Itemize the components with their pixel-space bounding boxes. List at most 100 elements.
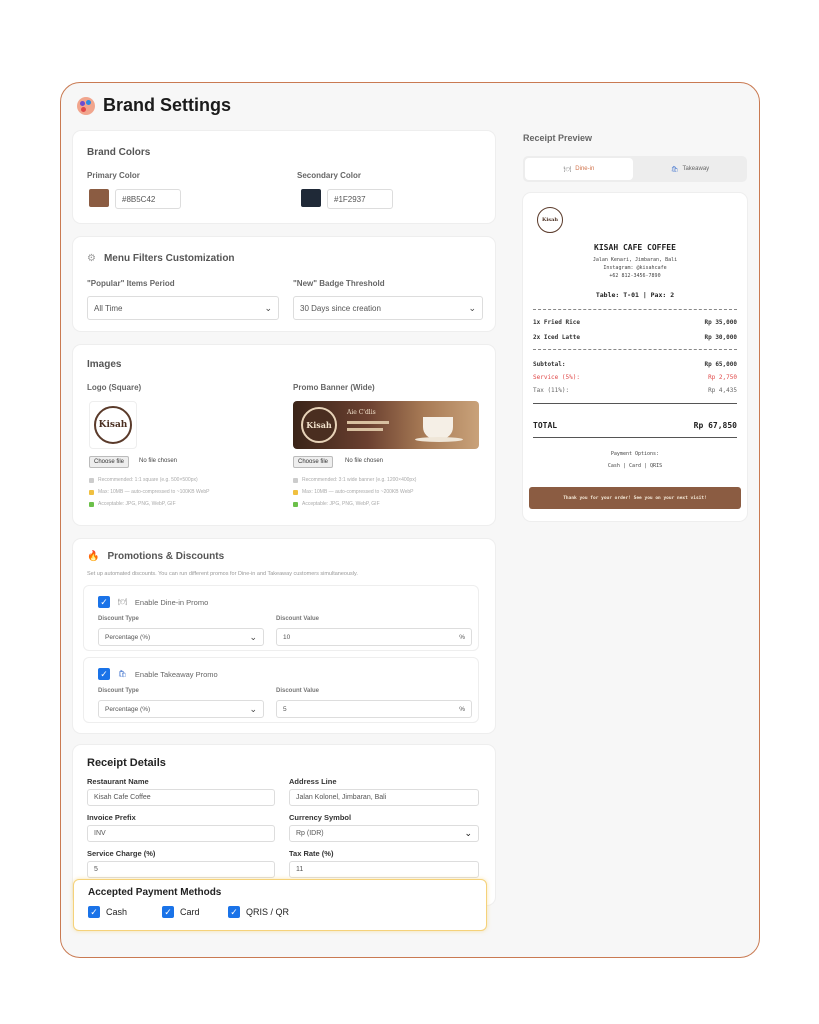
tax-rate-input[interactable]: 11 <box>289 861 479 878</box>
receipt-total-underline <box>533 437 737 438</box>
fire-icon: 🔥 <box>87 551 100 562</box>
images-card: Images Logo (Square) Kisah Choose file N… <box>73 345 495 525</box>
receipt-item-row: 2x Iced Latte Rp 30,000 <box>533 334 737 341</box>
tab-takeaway[interactable]: 🛍 Takeaway <box>635 158 745 180</box>
logo-note-3: Acceptable: JPG, PNG, WebP, GIF <box>89 501 176 507</box>
brand-settings-window: Brand Settings Brand Colors Primary Colo… <box>60 82 760 958</box>
takeaway-promo-checkbox[interactable]: ✓ <box>98 668 110 680</box>
promotions-title: 🔥 Promotions & Discounts <box>87 551 224 562</box>
card-checkbox[interactable]: ✓ <box>162 906 174 918</box>
qris-label: QRIS / QR <box>246 907 290 917</box>
brand-colors-heading: Brand Colors <box>87 147 151 158</box>
images-heading: Images <box>87 359 122 370</box>
receipt-subtotal-row: Subtotal: Rp 65,000 <box>533 361 737 368</box>
receipt-total-row: TOTAL Rp 67,850 <box>533 421 737 430</box>
receipt-preview-heading: Receipt Preview <box>523 133 593 143</box>
palette-icon <box>77 96 95 115</box>
qris-checkbox[interactable]: ✓ <box>228 906 240 918</box>
payment-option-card[interactable]: ✓ Card <box>162 906 200 918</box>
logo-choose-file-button[interactable]: Choose file <box>89 456 130 468</box>
new-badge-value: 30 Days since creation <box>300 303 381 313</box>
receipt-phone: +62 812-3456-7890 <box>609 273 661 279</box>
dine-in-value-input[interactable]: 10 % <box>276 628 472 646</box>
secondary-color-input[interactable]: #1F2937 <box>327 189 393 209</box>
receipt-payment-options: Cash | Card | QRIS <box>607 463 663 469</box>
currency-label: Currency Symbol <box>289 813 352 822</box>
new-badge-label: "New" Badge Threshold <box>293 279 385 288</box>
dine-in-type-label: Discount Type <box>98 616 139 622</box>
gear-icon: ⚙ <box>87 253 96 264</box>
takeaway-bag-icon: 🛍 <box>118 671 127 678</box>
takeaway-value-input[interactable]: 5 % <box>276 700 472 718</box>
receipt-address: Jalan Kenari, Jimbaran, Bali <box>592 257 678 263</box>
receipt-tax-row: Tax (11%): Rp 4,435 <box>533 387 737 394</box>
takeaway-promo-label: Enable Takeaway Promo <box>134 669 218 679</box>
logo-note-1: Recommended: 1:1 square (e.g. 500×500px) <box>89 477 198 483</box>
service-charge-input[interactable]: 5 <box>87 861 275 878</box>
banner-label: Promo Banner (Wide) <box>293 383 375 392</box>
payment-methods-heading: Accepted Payment Methods <box>88 887 222 898</box>
banner-title: Aie C'dlis <box>347 409 376 416</box>
chevron-down-icon: ⌄ <box>249 631 257 642</box>
logo-preview: Kisah <box>89 401 137 449</box>
address-input[interactable]: Jalan Kolonel, Jimbaran, Bali <box>289 789 479 806</box>
dine-in-type-select[interactable]: Percentage (%) ⌄ <box>98 628 264 646</box>
secondary-color-swatch[interactable] <box>301 189 321 207</box>
dine-in-type-value: Percentage (%) <box>105 633 151 641</box>
restaurant-name-input[interactable]: Kisah Cafe Coffee <box>87 789 275 806</box>
primary-color-input[interactable]: #8B5C42 <box>115 189 181 209</box>
chevron-down-icon: ⌄ <box>264 302 272 313</box>
banner-note-2: Max: 10MB — auto-compressed to ~200KB We… <box>293 489 414 495</box>
menu-filters-card: ⚙ Menu Filters Customization "Popular" I… <box>73 237 495 331</box>
card-label: Card <box>180 907 200 917</box>
dine-in-promo-box: ✓ 🍽 Enable Dine-in Promo Discount Type P… <box>83 585 479 651</box>
preview-tabs: 🍽 Dine-in 🛍 Takeaway <box>523 156 747 182</box>
receipt-preview: Kisah KISAH CAFE COFFEE Jalan Kenari, Ji… <box>523 193 747 521</box>
payment-option-cash[interactable]: ✓ Cash <box>88 906 127 918</box>
banner-note-3: Acceptable: JPG, PNG, WebP, GIF <box>293 501 380 507</box>
restaurant-name-label: Restaurant Name <box>87 777 149 786</box>
menu-filters-heading: Menu Filters Customization <box>103 253 235 264</box>
banner-choose-file-button[interactable]: Choose file <box>293 456 334 468</box>
invoice-prefix-label: Invoice Prefix <box>87 813 136 822</box>
receipt-table-line: Table: T-01 | Pax: 2 <box>595 291 675 299</box>
receipt-divider <box>533 309 737 310</box>
receipt-logo: Kisah <box>537 207 563 233</box>
dine-in-promo-checkbox[interactable]: ✓ <box>98 596 110 608</box>
takeaway-toggle-row: ✓ 🛍 Enable Takeaway Promo <box>98 668 218 680</box>
invoice-prefix-input[interactable]: INV <box>87 825 275 842</box>
receipt-logo-text: Kisah <box>542 217 558 223</box>
logo-label: Logo (Square) <box>87 383 142 392</box>
takeaway-type-label: Discount Type <box>98 688 139 694</box>
currency-select[interactable]: Rp (IDR) ⌄ <box>289 825 479 842</box>
banner-note-1: Recommended: 3:1 wide banner (e.g. 1200×… <box>293 477 416 483</box>
banner-logo-text: Kisah <box>306 420 332 430</box>
page-title: Brand Settings <box>103 95 232 115</box>
payment-option-qris[interactable]: ✓ QRIS / QR <box>228 906 289 918</box>
new-badge-select[interactable]: 30 Days since creation ⌄ <box>293 296 483 320</box>
receipt-footer: Thank you for your order! See you on you… <box>529 487 741 509</box>
takeaway-type-select[interactable]: Percentage (%) ⌄ <box>98 700 264 718</box>
primary-color-swatch[interactable] <box>89 189 109 207</box>
cash-checkbox[interactable]: ✓ <box>88 906 100 918</box>
receipt-service-row: Service (5%): Rp 2,750 <box>533 374 737 381</box>
menu-filters-title: ⚙ Menu Filters Customization <box>87 253 235 264</box>
popular-period-select[interactable]: All Time ⌄ <box>87 296 279 320</box>
promotions-card: 🔥 Promotions & Discounts Set up automate… <box>73 539 495 733</box>
tax-rate-label: Tax Rate (%) <box>289 849 334 858</box>
receipt-payment-options-label: Payment Options: <box>610 451 660 457</box>
tab-dine-in[interactable]: 🍽 Dine-in <box>525 158 633 180</box>
takeaway-promo-box: ✓ 🛍 Enable Takeaway Promo Discount Type … <box>83 657 479 723</box>
takeaway-value: 5 <box>283 705 287 713</box>
tab-takeaway-label: Takeaway <box>682 166 710 172</box>
logo-text: Kisah <box>98 420 128 430</box>
dine-in-unit: % <box>459 633 465 641</box>
tab-dine-in-label: Dine-in <box>575 166 595 172</box>
takeaway-unit: % <box>459 705 465 713</box>
payment-methods-card: Accepted Payment Methods ✓ Cash ✓ Card ✓… <box>73 879 487 931</box>
address-label: Address Line <box>289 777 337 786</box>
logo-no-file-text: No file chosen <box>139 458 178 464</box>
secondary-color-label: Secondary Color <box>297 171 362 180</box>
popular-period-value: All Time <box>94 303 123 313</box>
dine-in-value-label: Discount Value <box>276 616 320 622</box>
